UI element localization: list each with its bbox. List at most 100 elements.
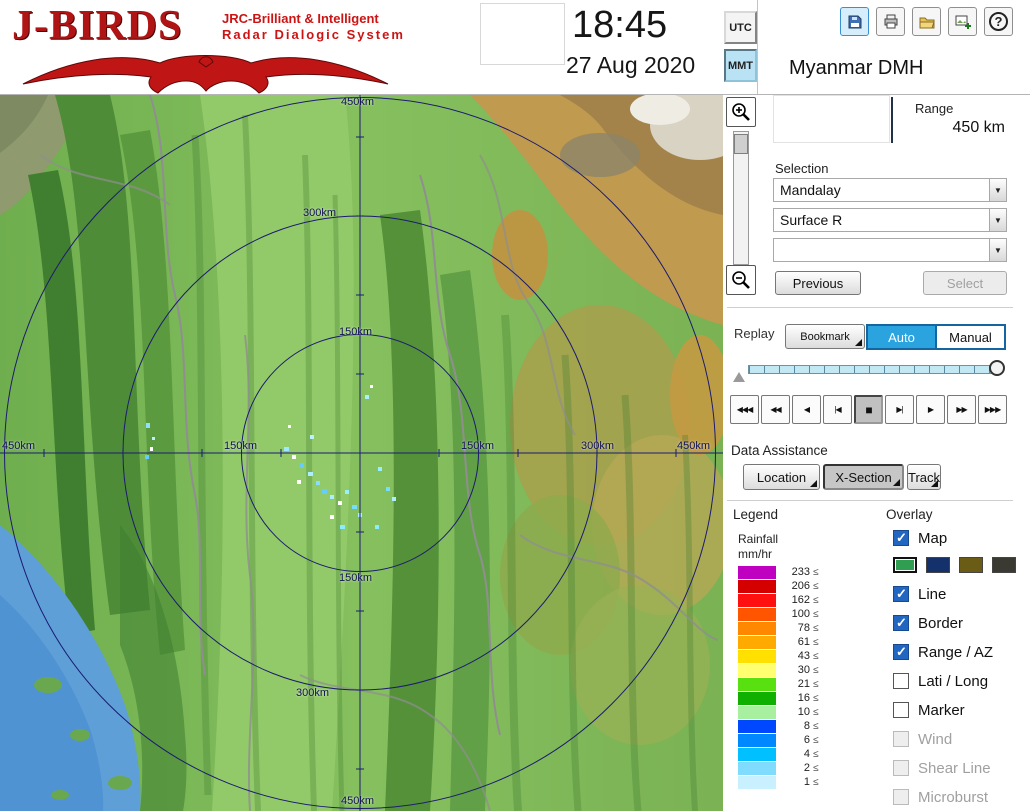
transport-button[interactable]: ◀◀ (761, 395, 790, 424)
overlay-item[interactable]: Range / AZ (893, 642, 1030, 662)
overlay-checkbox[interactable] (893, 789, 909, 805)
overlay-checkbox[interactable] (893, 702, 909, 718)
overlay-checkbox[interactable] (893, 673, 909, 689)
terrain-map-image (0, 95, 723, 811)
legend-value: 206 (784, 580, 810, 592)
overlay-checkbox[interactable] (893, 644, 909, 660)
manual-mode-button[interactable]: Manual (935, 326, 1004, 348)
zoom-in-button[interactable] (726, 97, 756, 127)
overlay-item-label: Shear Line (918, 760, 991, 777)
overlay-checkbox[interactable] (893, 615, 909, 631)
timeline-thumb[interactable] (989, 360, 1005, 376)
overlay-item[interactable]: Line (893, 584, 1030, 604)
legend-value: 2 (784, 762, 810, 774)
overlay-item[interactable]: Border (893, 613, 1030, 633)
logo-subtitle-line1: JRC-Brilliant & Intelligent (222, 11, 405, 27)
map-style-swatch[interactable] (926, 557, 950, 573)
range-ring-label: 150km (339, 572, 372, 584)
legend-row: 8 ≤ (738, 719, 819, 733)
legend-row: 233 ≤ (738, 565, 819, 579)
transport-button[interactable]: ■ (854, 395, 883, 424)
previous-button[interactable]: Previous (775, 271, 861, 295)
dropdown-value: Mandalay (780, 182, 841, 198)
data-assistance-button[interactable]: Location (743, 464, 820, 490)
chevron-down-icon[interactable] (989, 179, 1006, 201)
jbirds-app: J-BIRDS JRC-Brilliant & Intelligent Rada… (0, 0, 1030, 811)
print-button[interactable] (876, 7, 905, 36)
range-ring-label: 150km (339, 326, 372, 338)
open-folder-button[interactable] (912, 7, 941, 36)
map-style-swatch[interactable] (959, 557, 983, 573)
help-button[interactable]: ? (984, 7, 1013, 36)
legend-value: 16 (784, 692, 810, 704)
overlay-item[interactable]: Marker (893, 700, 1030, 720)
transport-button[interactable]: ◀◀◀ (730, 395, 759, 424)
map-checkbox[interactable] (893, 530, 909, 546)
transport-button[interactable]: ▶| (885, 395, 914, 424)
zoom-out-button[interactable] (726, 265, 756, 295)
overlay-item-label: Lati / Long (918, 673, 988, 690)
overlay-item[interactable]: Lati / Long (893, 671, 1030, 691)
transport-button[interactable]: ▶▶▶ (978, 395, 1007, 424)
range-ring-label: 450km (2, 440, 35, 452)
chevron-down-icon[interactable] (989, 209, 1006, 231)
clock-time: 18:45 (572, 4, 667, 47)
range-ring-label: 300km (296, 687, 329, 699)
legend-value: 30 (784, 664, 810, 676)
range-ring-label: 450km (341, 96, 374, 108)
legend-value: 162 (784, 594, 810, 606)
legend-lte-symbol: ≤ (813, 777, 819, 788)
legend-lte-symbol: ≤ (813, 609, 819, 620)
map-style-swatch[interactable] (992, 557, 1016, 573)
legend-color-swatch (738, 566, 776, 579)
replay-timeline-track[interactable] (748, 365, 1001, 374)
overlay-item[interactable]: Wind (893, 729, 1030, 749)
legend-value: 43 (784, 650, 810, 662)
range-display-box (773, 95, 890, 143)
select-button[interactable]: Select (923, 271, 1007, 295)
legend-value: 233 (784, 566, 810, 578)
transport-button[interactable]: |◀ (823, 395, 852, 424)
dropdown[interactable]: Surface R (773, 208, 1007, 232)
legend-lte-symbol: ≤ (813, 693, 819, 704)
mmt-button[interactable]: MMT (724, 49, 757, 82)
legend-lte-symbol: ≤ (813, 623, 819, 634)
logo-subtitle: JRC-Brilliant & Intelligent Radar Dialog… (222, 11, 405, 44)
chevron-down-icon[interactable] (989, 239, 1006, 261)
legend-unit-line2: mm/hr (738, 547, 772, 561)
data-assistance-button[interactable]: Track (907, 464, 941, 490)
legend-lte-symbol: ≤ (813, 679, 819, 690)
zoom-in-icon (730, 101, 752, 123)
overlay-checkbox[interactable] (893, 586, 909, 602)
legend-color-swatch (738, 776, 776, 789)
overlay-item[interactable]: Shear Line (893, 758, 1030, 778)
legend-lte-symbol: ≤ (813, 721, 819, 732)
transport-button[interactable]: ▶ (916, 395, 945, 424)
export-image-button[interactable] (948, 7, 977, 36)
zoom-slider-track[interactable] (733, 131, 749, 265)
transport-button[interactable]: ▶▶ (947, 395, 976, 424)
transport-button[interactable]: ◀ (792, 395, 821, 424)
overlay-item-map[interactable]: Map (893, 528, 1030, 548)
map-style-swatch[interactable] (893, 557, 917, 573)
range-ring-label: 150km (224, 440, 257, 452)
dropdown[interactable] (773, 238, 1007, 262)
zoom-slider-thumb[interactable] (734, 134, 748, 154)
overlay-title: Overlay (886, 507, 933, 522)
radar-map-viewport[interactable]: 450km 300km 150km 150km 300km 450km 450k… (0, 95, 723, 811)
legend-value: 4 (784, 748, 810, 760)
selection-dropdowns: Mandalay Surface R (773, 178, 1007, 268)
timeline-start-marker[interactable] (733, 372, 745, 382)
legend-value: 8 (784, 720, 810, 732)
dropdown[interactable]: Mandalay (773, 178, 1007, 202)
legend-title: Legend (733, 507, 778, 522)
overlay-item[interactable]: Microburst (893, 787, 1030, 807)
overlay-checkbox[interactable] (893, 731, 909, 747)
data-assistance-button[interactable]: X-Section (823, 464, 904, 490)
auto-mode-button[interactable]: Auto (868, 326, 935, 348)
save-button[interactable] (840, 7, 869, 36)
save-icon (846, 13, 864, 31)
overlay-checkbox[interactable] (893, 760, 909, 776)
utc-button[interactable]: UTC (724, 11, 757, 44)
bookmark-button[interactable]: Bookmark (785, 324, 865, 349)
